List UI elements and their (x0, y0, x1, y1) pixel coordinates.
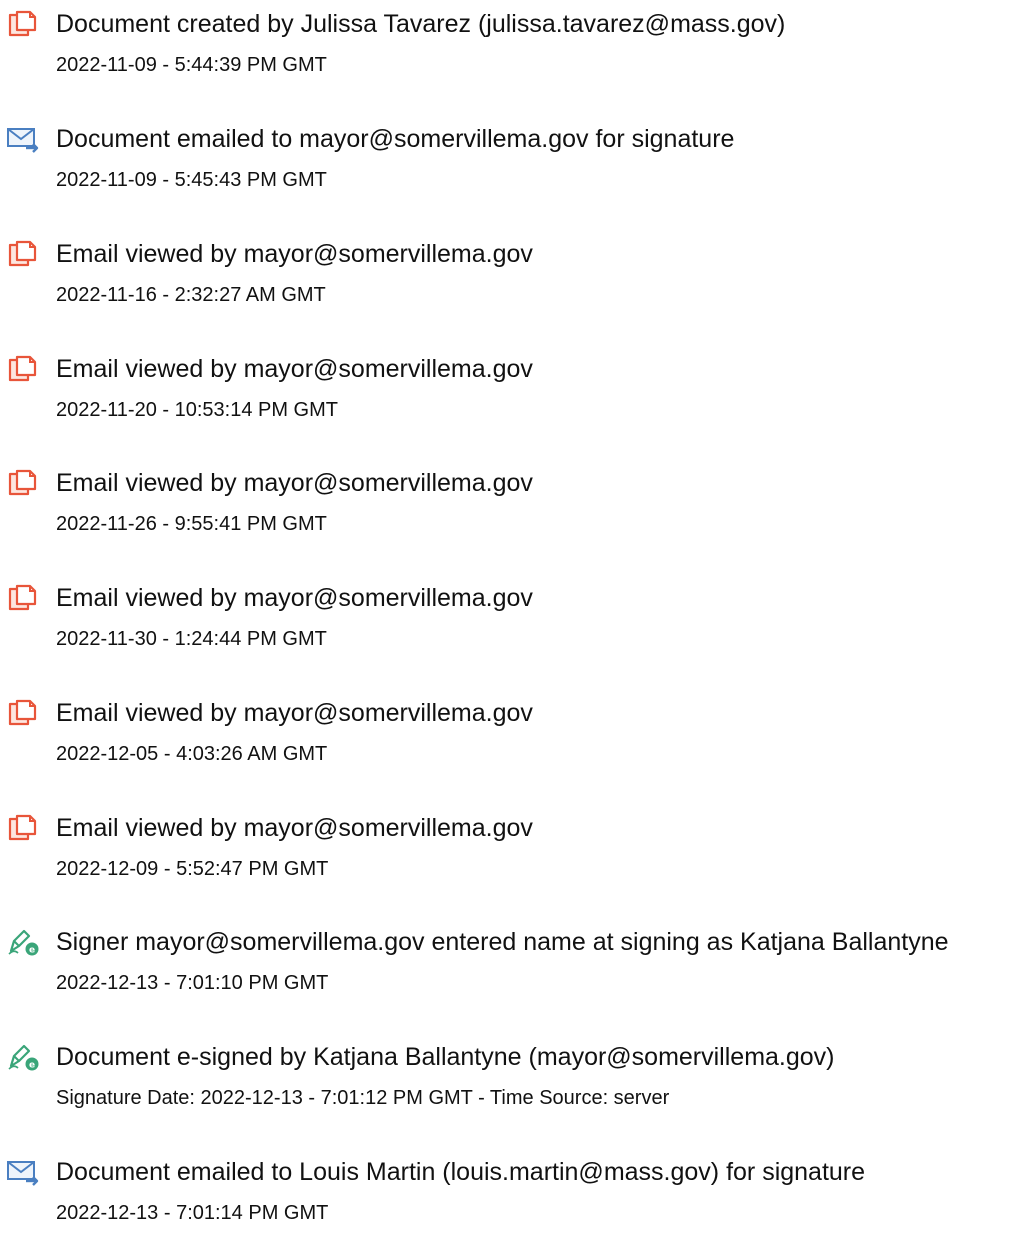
entry-title: Document emailed to Louis Martin (louis.… (56, 1158, 866, 1186)
entry-timestamp: 2022-12-13 - 7:01:10 PM GMT (56, 972, 329, 994)
audit-entry: Email viewed by mayor@somervillema.gov 2… (0, 689, 1010, 789)
entry-title: Email viewed by mayor@somervillema.gov (56, 240, 533, 268)
entry-title: Document e-signed by Katjana Ballantyne … (56, 1043, 835, 1071)
audit-entry: Document emailed to mayor@somervillema.g… (0, 115, 1010, 215)
entry-timestamp: 2022-11-26 - 9:55:41 PM GMT (56, 513, 327, 535)
entry-title: Document emailed to mayor@somervillema.g… (56, 125, 735, 153)
entry-timestamp: 2022-11-09 - 5:45:43 PM GMT (56, 169, 327, 191)
document-icon (6, 583, 40, 613)
email-sent-icon (6, 124, 40, 154)
document-icon (6, 239, 40, 269)
entry-timestamp: 2022-11-30 - 1:24:44 PM GMT (56, 628, 327, 650)
entry-title: Email viewed by mayor@somervillema.gov (56, 699, 533, 727)
entry-timestamp: 2022-12-13 - 7:01:14 PM GMT (56, 1202, 329, 1224)
audit-entry: Email viewed by mayor@somervillema.gov 2… (0, 230, 1010, 330)
document-icon (6, 813, 40, 843)
document-icon (6, 9, 40, 39)
email-sent-icon (6, 1157, 40, 1187)
entry-title: Email viewed by mayor@somervillema.gov (56, 469, 533, 497)
entry-timestamp: 2022-11-20 - 10:53:14 PM GMT (56, 399, 338, 421)
document-icon (6, 354, 40, 384)
audit-entry: Email viewed by mayor@somervillema.gov 2… (0, 459, 1010, 559)
audit-entry: Document emailed to Louis Martin (louis.… (0, 1148, 1010, 1248)
audit-entry: Document created by Julissa Tavarez (jul… (0, 0, 1010, 100)
svg-text:e: e (29, 946, 35, 956)
audit-entry: Email viewed by mayor@somervillema.gov 2… (0, 345, 1010, 445)
entry-timestamp: 2022-12-09 - 5:52:47 PM GMT (56, 858, 329, 880)
entry-title: Document created by Julissa Tavarez (jul… (56, 10, 786, 38)
audit-entry: e Signer mayor@somervillema.gov entered … (0, 918, 1010, 1018)
svg-text:e: e (29, 1061, 35, 1071)
audit-entry: e Document e-signed by Katjana Ballantyn… (0, 1033, 1010, 1133)
document-icon (6, 468, 40, 498)
entry-title: Email viewed by mayor@somervillema.gov (56, 814, 533, 842)
entry-timestamp: 2022-12-05 - 4:03:26 AM GMT (56, 743, 328, 765)
entry-timestamp: 2022-11-16 - 2:32:27 AM GMT (56, 284, 326, 306)
audit-entry: Email viewed by mayor@somervillema.gov 2… (0, 804, 1010, 904)
entry-title: Email viewed by mayor@somervillema.gov (56, 584, 533, 612)
entry-title: Email viewed by mayor@somervillema.gov (56, 355, 533, 383)
entry-timestamp: 2022-11-09 - 5:44:39 PM GMT (56, 54, 327, 76)
audit-entry: Email viewed by mayor@somervillema.gov 2… (0, 574, 1010, 674)
document-icon (6, 698, 40, 728)
entry-title: Signer mayor@somervillema.gov entered na… (56, 928, 949, 956)
entry-signature-date: Signature Date: 2022-12-13 - 7:01:12 PM … (56, 1087, 670, 1109)
e-sign-icon: e (6, 927, 40, 957)
e-sign-icon: e (6, 1042, 40, 1072)
